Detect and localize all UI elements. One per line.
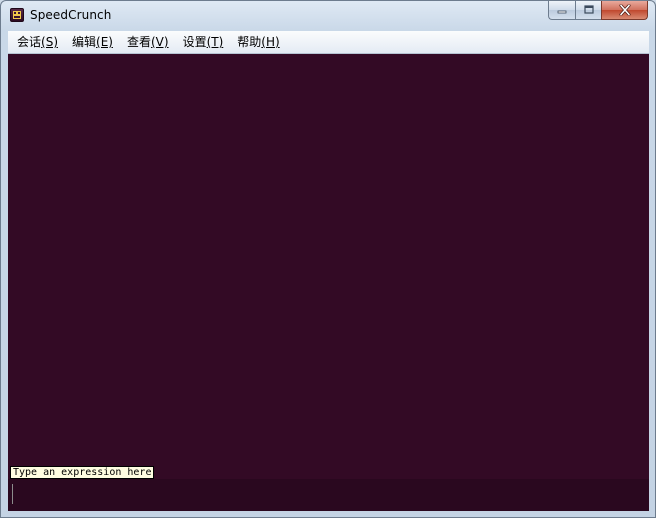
menu-edit[interactable]: 编辑(E) (67, 32, 118, 52)
close-button[interactable] (601, 1, 648, 20)
minimize-icon (557, 10, 567, 14)
result-display[interactable]: Type an expression here (8, 54, 649, 511)
menu-help[interactable]: 帮助(H) (232, 32, 284, 52)
speedcrunch-window: SpeedCrunch 会话(S) 编辑(E) 查看(V) 设置(T) 帮助(H… (0, 0, 656, 518)
menu-view-label: 查看 (126, 35, 151, 49)
menu-session-mnemonic: (S) (41, 35, 58, 49)
menu-help-mnemonic: (H) (261, 35, 280, 49)
menu-view[interactable]: 查看(V) (122, 32, 174, 52)
menu-edit-mnemonic: (E) (96, 35, 113, 49)
window-title: SpeedCrunch (30, 8, 112, 22)
expression-input[interactable] (8, 479, 649, 511)
menu-session[interactable]: 会话(S) (12, 32, 63, 52)
maximize-icon (583, 5, 594, 14)
minimize-button[interactable] (548, 1, 575, 20)
menu-view-mnemonic: (V) (150, 35, 169, 49)
caption-buttons (548, 1, 648, 21)
title-bar[interactable]: SpeedCrunch (1, 1, 655, 31)
speedcrunch-app-icon[interactable] (10, 8, 24, 22)
menu-session-label: 会话 (17, 35, 42, 49)
expression-hint: Type an expression here (10, 466, 155, 479)
menu-edit-label: 编辑 (72, 35, 97, 49)
menu-help-label: 帮助 (237, 35, 262, 49)
text-caret (12, 484, 13, 504)
menu-settings-mnemonic: (T) (206, 35, 224, 49)
menu-settings[interactable]: 设置(T) (178, 32, 229, 52)
menu-bar: 会话(S) 编辑(E) 查看(V) 设置(T) 帮助(H) (8, 31, 649, 54)
close-icon (619, 4, 630, 16)
maximize-button[interactable] (575, 1, 601, 20)
menu-settings-label: 设置 (182, 35, 207, 49)
